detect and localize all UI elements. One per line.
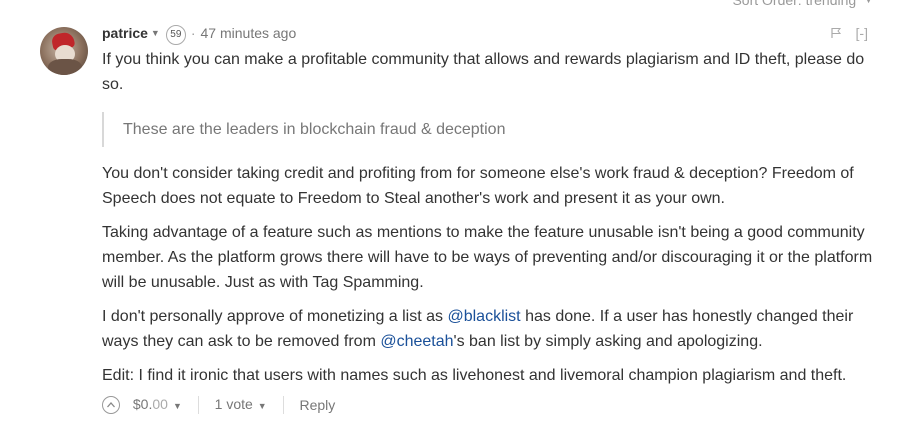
- comment-actions: [-]: [830, 22, 868, 44]
- flag-icon[interactable]: [830, 27, 842, 39]
- comment-footer: $0.00 ▼ 1 vote ▼ Reply: [102, 391, 335, 417]
- payout-main: $0.: [132, 396, 153, 413]
- chevron-down-icon[interactable]: ▼: [258, 401, 267, 411]
- comment-paragraph: Edit: I find it ironic that users with n…: [102, 367, 847, 384]
- separator-dot: ·: [190, 25, 196, 41]
- sort-order[interactable]: Sort Order: trending ▼: [732, 0, 873, 8]
- comment-paragraph: If you think you can make a profitable c…: [102, 51, 865, 93]
- reply-button[interactable]: Reply: [299, 392, 335, 418]
- timestamp[interactable]: 47 minutes ago: [201, 25, 297, 41]
- reputation-badge: 59: [165, 25, 186, 45]
- comment-paragraph: I don't personally approve of monetizing…: [102, 304, 882, 354]
- comment-body: If you think you can make a profitable c…: [102, 47, 882, 388]
- divider: [282, 396, 284, 415]
- comment-meta: patrice ▼ 59 · 47 minutes ago [-]: [102, 22, 882, 45]
- mention-link[interactable]: @cheetah: [380, 333, 453, 350]
- chevron-down-icon[interactable]: ▼: [864, 0, 873, 5]
- sort-order-label: Sort Order:: [732, 0, 802, 8]
- paragraph-text: 's ban list by simply asking and apologi…: [453, 333, 763, 350]
- quote-block: These are the leaders in blockchain frau…: [102, 112, 882, 147]
- paragraph-text: I don't personally approve of monetizing…: [102, 308, 448, 325]
- comment: patrice ▼ 59 · 47 minutes ago [-] If you thi…: [102, 22, 882, 397]
- sort-order-value[interactable]: trending: [806, 0, 857, 8]
- payout-cents: 00: [152, 396, 168, 413]
- chevron-down-icon[interactable]: ▼: [173, 401, 182, 411]
- collapse-button[interactable]: [-]: [856, 25, 868, 41]
- divider: [197, 396, 199, 415]
- upvote-icon: [107, 402, 115, 408]
- payout-value[interactable]: $0.00 ▼: [133, 391, 182, 419]
- vote-count-label: 1 vote: [214, 396, 253, 413]
- mention-link[interactable]: @blacklist: [447, 308, 520, 325]
- vote-count[interactable]: 1 vote ▼: [215, 391, 267, 419]
- avatar-body: [48, 59, 82, 75]
- chevron-down-icon[interactable]: ▼: [151, 28, 160, 38]
- avatar[interactable]: [40, 27, 88, 75]
- upvote-button[interactable]: [102, 396, 120, 415]
- comment-paragraph: Taking advantage of a feature such as me…: [102, 224, 873, 291]
- comment-paragraph: You don't consider taking credit and pro…: [102, 165, 854, 207]
- author-name[interactable]: patrice: [102, 25, 148, 41]
